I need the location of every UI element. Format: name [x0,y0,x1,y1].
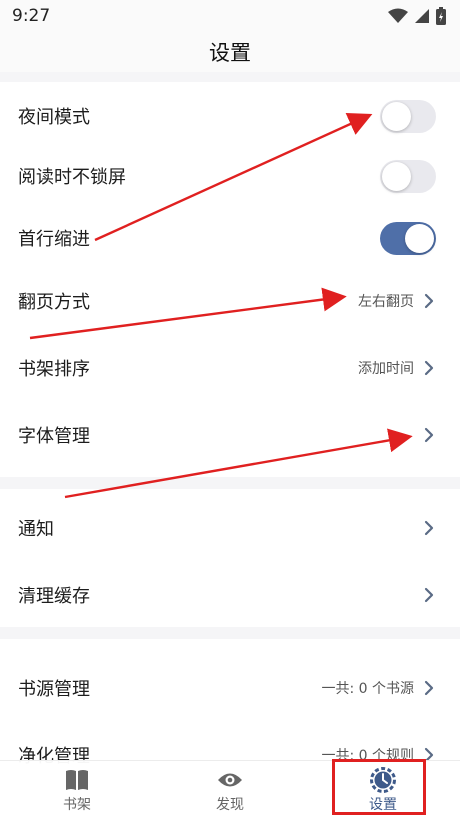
source-mgmt-label: 书源管理 [18,679,90,700]
page-turn-value: 左右翻页 [358,294,414,310]
night-mode-toggle[interactable] [380,99,436,133]
eye-icon [217,766,243,794]
shelf-sort-value: 添加时间 [358,361,414,377]
book-icon [64,766,90,794]
wifi-icon [388,8,408,23]
row-font-mgmt[interactable]: 字体管理 [0,403,460,467]
status-bar: 9:27 [0,0,460,32]
chevron-right-icon [422,678,436,698]
chevron-right-icon [422,358,436,378]
no-lock-toggle[interactable] [380,159,436,193]
row-clear-cache[interactable]: 清理缓存 [0,563,460,627]
page-title-bar: 设置 [0,32,460,72]
nav-discover[interactable]: 发现 [193,761,267,819]
nav-bookshelf[interactable]: 书架 [40,761,114,819]
night-mode-label: 夜间模式 [18,107,90,128]
source-mgmt-value: 一共: 0 个书源 [321,681,414,697]
nav-settings[interactable]: 设置 [346,761,420,819]
no-lock-label: 阅读时不锁屏 [18,167,126,188]
settings-group-system: 通知 清理缓存 [0,489,460,627]
battery-icon [436,7,446,25]
chevron-right-icon [422,425,436,445]
shelf-sort-label: 书架排序 [18,359,90,380]
toggle-knob [382,161,411,191]
indent-label: 首行缩进 [18,229,90,250]
row-no-lock[interactable]: 阅读时不锁屏 [0,144,460,208]
nav-discover-label: 发现 [216,797,244,813]
notify-label: 通知 [18,519,54,540]
toggle-knob [405,223,434,253]
indent-toggle[interactable] [380,221,436,255]
nav-settings-label: 设置 [369,797,397,813]
status-time: 9:27 [12,6,51,26]
chevron-right-icon [422,518,436,538]
page-title: 设置 [209,41,251,65]
toggle-knob [382,101,411,131]
gear-icon [369,766,397,794]
row-notify[interactable]: 通知 [0,496,460,560]
chevron-right-icon [422,291,436,311]
clear-cache-label: 清理缓存 [18,586,90,607]
page-turn-label: 翻页方式 [18,292,90,313]
nav-bookshelf-label: 书架 [63,797,91,813]
row-indent[interactable]: 首行缩进 [0,206,460,270]
status-icons [388,7,446,25]
row-source-mgmt[interactable]: 书源管理 一共: 0 个书源 [0,656,460,720]
settings-group-reading: 夜间模式 阅读时不锁屏 首行缩进 翻页方式 左右翻页 书架排序 添加时间 字体管… [0,82,460,477]
bottom-nav: 书架 发现 设置 [0,760,460,819]
row-night-mode[interactable]: 夜间模式 [0,84,460,148]
row-page-turn[interactable]: 翻页方式 左右翻页 [0,269,460,333]
font-mgmt-label: 字体管理 [18,426,90,447]
chevron-right-icon [422,585,436,605]
row-shelf-sort[interactable]: 书架排序 添加时间 [0,336,460,400]
signal-icon [415,9,429,23]
